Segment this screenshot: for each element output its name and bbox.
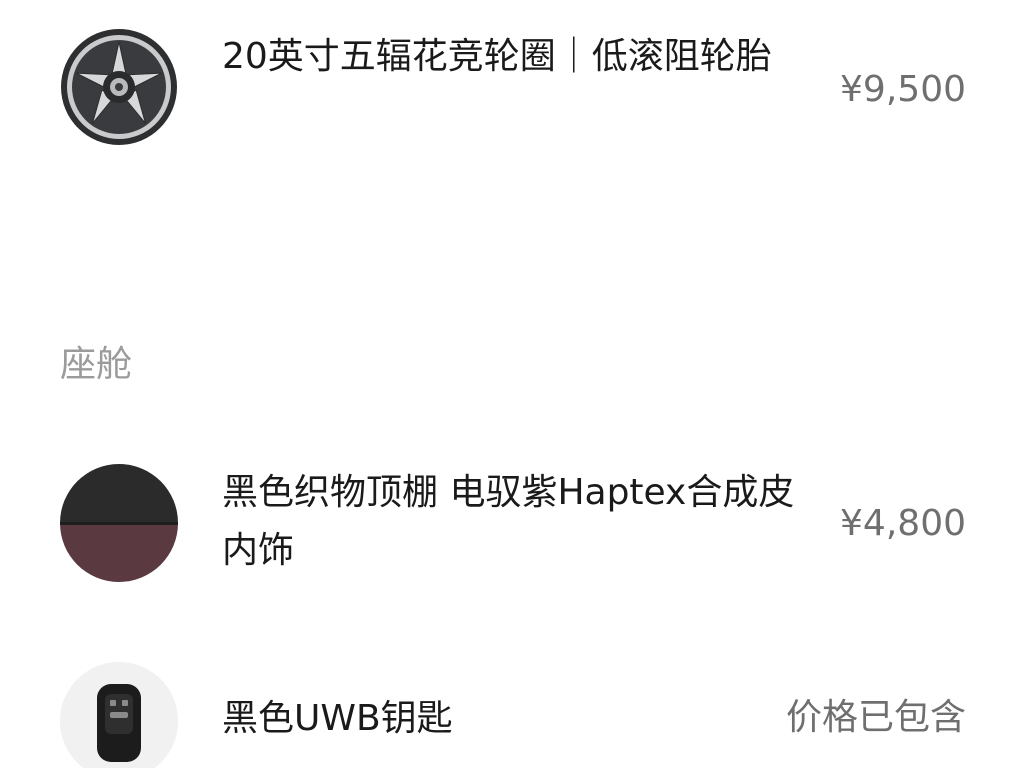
- option-price-wheel: ¥9,500: [840, 69, 966, 110]
- option-item-uwb-key[interactable]: 黑色UWB钥匙 价格已包含: [0, 660, 1024, 768]
- section-title-cabin: 座舱: [60, 344, 133, 385]
- option-name-interior: 黑色织物顶棚 电驭紫Haptex合成皮内饰: [222, 472, 795, 571]
- interior-swatch-icon: [60, 464, 178, 582]
- option-item-interior[interactable]: 黑色织物顶棚 电驭紫Haptex合成皮内饰 ¥4,800: [0, 440, 1024, 610]
- option-list-page: 20英寸五辐花竞轮圈｜低滚阻轮胎 ¥9,500 座舱 黑色织物顶棚 电驭紫Hap…: [0, 0, 1024, 768]
- uwb-key-icon: [60, 662, 178, 768]
- option-name-uwb-key: 黑色UWB钥匙: [222, 698, 453, 739]
- option-price-uwb-key: 价格已包含: [785, 697, 966, 738]
- option-price-interior: ¥4,800: [840, 503, 966, 544]
- option-name-wheel: 20英寸五辐花竞轮圈｜低滚阻轮胎: [222, 36, 772, 77]
- option-item-wheel[interactable]: 20英寸五辐花竞轮圈｜低滚阻轮胎 ¥9,500: [0, 0, 1024, 170]
- wheel-icon: [60, 28, 178, 146]
